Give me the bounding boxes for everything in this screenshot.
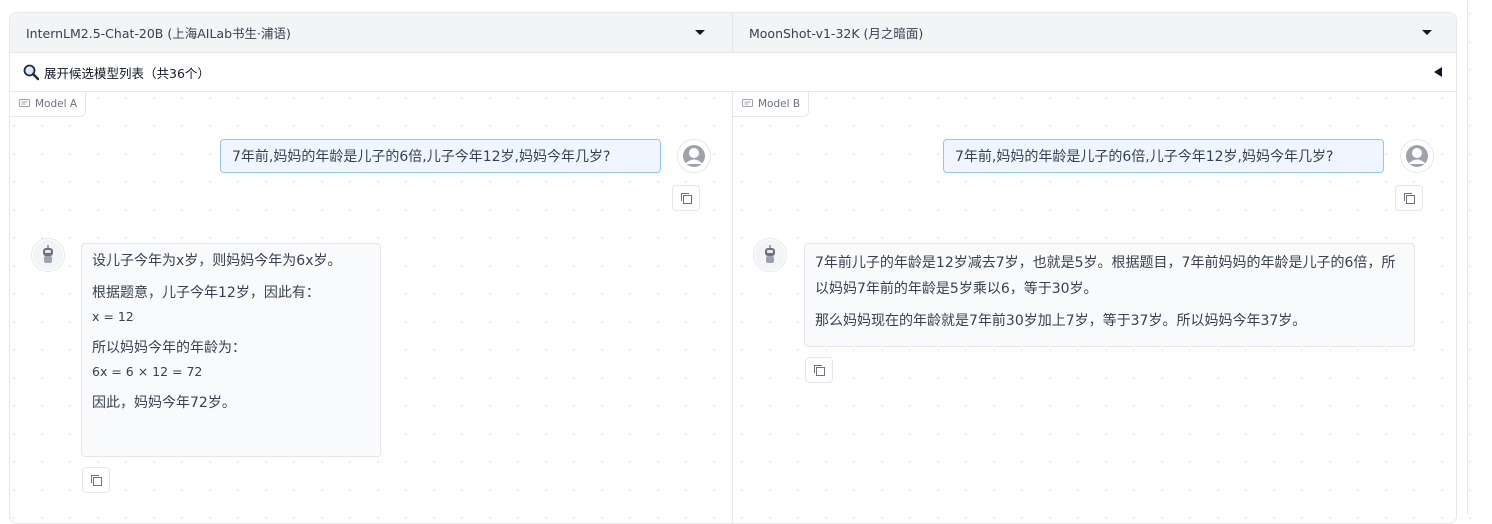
- bot-math-line: x = 12: [92, 309, 134, 324]
- triangle-left-icon[interactable]: [1434, 67, 1442, 77]
- model-a-dropdown[interactable]: InternLM2.5-Chat-20B (上海AILab书生·浦语): [10, 13, 732, 52]
- copy-icon: [91, 475, 102, 486]
- bot-paragraph: 7年前儿子的年龄是12岁减去7岁，也就是5岁。根据题目，7年前妈妈的年龄是儿子的…: [815, 255, 1396, 297]
- chat-pane-model-a: Model A 7年前,妈妈的年龄是儿子的6倍,儿子今年12岁,妈妈今年几岁?: [10, 92, 731, 523]
- expander-label: 展开候选模型列表（共36个）: [44, 65, 210, 81]
- copy-button[interactable]: [1395, 185, 1423, 211]
- bot-math-line: 6x = 6 × 12 = 72: [92, 364, 203, 379]
- model-b-dropdown[interactable]: MoonShot-v1-32K (月之暗面): [732, 13, 1456, 52]
- user-message-text: 7年前,妈妈的年龄是儿子的6倍,儿子今年12岁,妈妈今年几岁?: [955, 149, 1334, 165]
- pane-tag-label: Model B: [758, 98, 801, 110]
- chevron-down-icon[interactable]: [695, 30, 705, 35]
- chat-icon: [19, 99, 30, 107]
- pane-tag-label: Model A: [35, 98, 78, 110]
- chat-pane-model-b: Model B 7年前,妈妈的年龄是儿子的6倍,儿子今年12岁,妈妈今年几岁?: [732, 92, 1456, 523]
- copy-icon: [681, 193, 692, 204]
- robot-avatar: [31, 238, 65, 272]
- bot-text-line: 因此，妈妈今年72岁。: [92, 395, 236, 411]
- user-message-bubble: 7年前,妈妈的年龄是儿子的6倍,儿子今年12岁,妈妈今年几岁?: [220, 139, 661, 173]
- bot-text-line: 根据题意，儿子今年12岁，因此有：: [92, 285, 320, 301]
- copy-icon: [1404, 193, 1415, 204]
- user-message-bubble: 7年前,妈妈的年龄是儿子的6倍,儿子今年12岁,妈妈今年几岁?: [943, 139, 1384, 173]
- model-list-expander[interactable]: 展开候选模型列表（共36个）: [10, 53, 1456, 92]
- page-edge-divider: [1467, 0, 1468, 514]
- copy-icon: [814, 365, 825, 376]
- user-message-text: 7年前,妈妈的年龄是儿子的6倍,儿子今年12岁,妈妈今年几岁?: [232, 149, 611, 165]
- copy-button[interactable]: [805, 357, 833, 383]
- model-a-label: InternLM2.5-Chat-20B (上海AILab书生·浦语): [26, 26, 291, 41]
- magnifier-icon: [22, 63, 40, 81]
- bot-text-line: 设儿子今年为x岁，则妈妈今年为6x岁。: [92, 253, 342, 269]
- chevron-down-icon[interactable]: [1422, 30, 1432, 35]
- model-b-label: MoonShot-v1-32K (月之暗面): [749, 26, 924, 41]
- pane-tag-model-b: Model B: [732, 92, 810, 117]
- user-avatar: [677, 139, 711, 173]
- chat-icon: [742, 99, 753, 107]
- user-avatar: [1400, 139, 1434, 173]
- copy-button[interactable]: [82, 467, 110, 493]
- model-selector-bar: InternLM2.5-Chat-20B (上海AILab书生·浦语) Moon…: [10, 13, 1456, 53]
- copy-button[interactable]: [672, 185, 700, 211]
- bot-paragraph: 那么妈妈现在的年龄就是7年前30岁加上7岁，等于37岁。所以妈妈今年37岁。: [815, 313, 1307, 329]
- bot-message-bubble: 设儿子今年为x岁，则妈妈今年为6x岁。 根据题意，儿子今年12岁，因此有： x …: [81, 243, 381, 457]
- arena-container: InternLM2.5-Chat-20B (上海AILab书生·浦语) Moon…: [9, 12, 1457, 524]
- robot-avatar: [753, 238, 787, 272]
- bot-text-line: 所以妈妈今年的年龄为：: [92, 340, 246, 356]
- pane-tag-model-a: Model A: [10, 92, 87, 117]
- bot-message-bubble: 7年前儿子的年龄是12岁减去7岁，也就是5岁。根据题目，7年前妈妈的年龄是儿子的…: [804, 243, 1415, 347]
